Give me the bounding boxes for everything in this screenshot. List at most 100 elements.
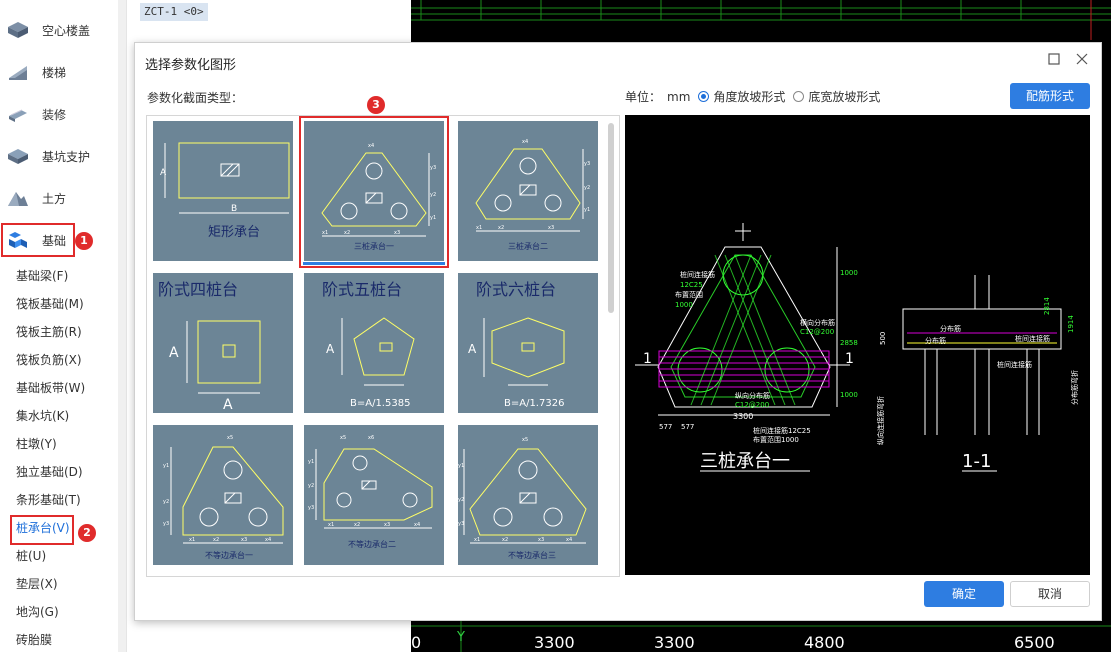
preview-dim-right-2: 2858 — [840, 339, 858, 347]
cad-ruler-1: 3300 — [534, 633, 575, 652]
section-mark-left: 1 — [643, 351, 652, 367]
category-label: 装修 — [42, 107, 67, 122]
dim-x3: x3 — [384, 522, 390, 528]
radio-angle-slope-label[interactable]: 角度放坡形式 — [713, 88, 785, 105]
dim-x2: x2 — [354, 522, 360, 528]
dim-b-formula: B=A/1.5385 — [350, 398, 410, 409]
ok-button[interactable]: 确定 — [924, 581, 1004, 607]
dim-x5: x5 — [227, 435, 233, 441]
preview-label-plan: C12@200 — [735, 401, 769, 409]
thumb-unequal-cap-1[interactable]: x5 y1 y2 y3 x1 x2 x3 x4 不等边承台一 — [153, 425, 293, 565]
category-hollow-floor[interactable]: 空心楼盖 — [0, 10, 118, 50]
radio-bottom-width-slope[interactable] — [793, 91, 805, 102]
dim-y3: y3 — [163, 521, 169, 527]
dim-x2: x2 — [213, 537, 219, 543]
thumb-title: 矩形承台 — [208, 225, 260, 240]
cad-ruler-3: 4800 — [804, 633, 845, 652]
preview-label-plan: 桩间连接筋 — [680, 270, 715, 279]
cancel-button[interactable]: 取消 — [1010, 581, 1090, 607]
sub-item-brick-mold[interactable]: 砖胎膜 — [16, 630, 52, 650]
thumb-rect-cap[interactable]: A B 矩形承台 — [153, 121, 293, 261]
preview-section-title: 1-1 — [962, 451, 991, 472]
preview-label-section: 纵向连接筋弯折 — [876, 396, 885, 445]
section-type-label: 参数化截面类型： — [147, 91, 244, 105]
dim-a: A — [160, 168, 167, 178]
close-icon[interactable] — [1075, 53, 1089, 67]
maximize-icon[interactable] — [1047, 53, 1061, 67]
dim-a: A — [468, 342, 477, 356]
category-label: 土方 — [42, 191, 67, 206]
preview-label-plan: C12@200 — [800, 328, 834, 336]
preview-label-section: 1914 — [1067, 315, 1075, 333]
thumb-title: 阶式六桩台 — [476, 280, 556, 299]
dim-x3: x3 — [241, 537, 247, 543]
selected-thumb-underline — [303, 262, 445, 265]
sub-item-trench[interactable]: 地沟(G) — [16, 602, 59, 622]
dim-x1: x1 — [474, 537, 480, 543]
cad-axis-y: Y — [457, 630, 465, 645]
thumb-stepped-five-pile[interactable]: 阶式五桩台 A B=A/1.5385 — [304, 273, 444, 413]
sub-item-column-pier[interactable]: 柱墩(Y) — [16, 434, 57, 454]
unit-row: 单位： mm 角度放坡形式 底宽放坡形式 — [625, 88, 880, 105]
step-badge-3: 3 — [367, 96, 385, 114]
thumb-title: 阶式五桩台 — [322, 280, 402, 299]
dim-x3: x3 — [548, 225, 554, 231]
preview-dim-577-a: 577 — [659, 423, 672, 431]
step-badge-1: 1 — [75, 232, 93, 250]
thumb-unequal-cap-3[interactable]: x5 y1 y2 y3 x1 x2 x3 x4 不等边承台三 — [458, 425, 598, 565]
sub-item-raft[interactable]: 筏板基础(M) — [16, 294, 84, 314]
shape-grid-scrollbar[interactable] — [608, 123, 614, 313]
sub-item-slab-strip[interactable]: 基础板带(W) — [16, 378, 85, 398]
category-pit-support[interactable]: 基坑支护 — [0, 136, 118, 176]
thumb-title: 三桩承台二 — [508, 241, 548, 251]
rebar-form-button[interactable]: 配筋形式 — [1010, 83, 1090, 109]
sub-item-strip-footing[interactable]: 条形基础(T) — [16, 490, 81, 510]
preview-label-section: 500 — [879, 332, 887, 345]
cad-ruler-2: 3300 — [654, 633, 695, 652]
sub-item-pile[interactable]: 桩(U) — [16, 546, 46, 566]
preview-drawing: 1 1 3300 577 577 1000 2858 1000 桩间连接筋 12… — [635, 223, 1079, 472]
thumb-stepped-six-pile[interactable]: 阶式六桩台 A B=A/1.7326 — [458, 273, 598, 413]
hollow-floor-icon — [6, 18, 30, 42]
thumb-title: 阶式四桩台 — [158, 280, 238, 299]
dim-y2: y2 — [458, 497, 464, 503]
dim-x1: x1 — [476, 225, 482, 231]
highlight-box-pile-cap — [10, 515, 74, 545]
radio-bottom-width-slope-label[interactable]: 底宽放坡形式 — [808, 88, 880, 105]
sub-item-isolated-footing[interactable]: 独立基础(D) — [16, 462, 83, 482]
preview-label-plan: 纵向分布筋 — [735, 391, 770, 400]
sub-item-raft-main-rebar[interactable]: 筏板主筋(R) — [16, 322, 82, 342]
sub-item-raft-neg-rebar[interactable]: 筏板负筋(X) — [16, 350, 82, 370]
sub-item-foundation-beam[interactable]: 基础梁(F) — [16, 266, 68, 286]
dim-a-v: A — [169, 345, 179, 361]
preview-label-section: 分布筋弯折 — [1070, 370, 1079, 405]
dim-x4: x4 — [522, 139, 528, 145]
radio-angle-slope[interactable] — [698, 91, 710, 102]
unit-value: mm — [667, 89, 691, 104]
dim-y1: y1 — [584, 207, 590, 213]
highlight-box-foundation — [1, 223, 75, 257]
shape-grid: A B 矩形承台 x4 y3 y2 y1 x1 x2 x3 三桩承台一 x4 y… — [146, 115, 620, 577]
dim-x1: x1 — [189, 537, 195, 543]
preview-label-plan: 布置范围1000 — [753, 435, 799, 444]
category-decoration[interactable]: 装修 — [0, 94, 118, 134]
category-earthwork[interactable]: 土方 — [0, 178, 118, 218]
preview-label-section: 分布筋 — [925, 336, 946, 345]
thumb-three-pile-cap-2[interactable]: x4 y3 y2 y1 x1 x2 x3 三桩承台二 — [458, 121, 598, 261]
category-stairs[interactable]: 楼梯 — [0, 52, 118, 92]
dim-y2: y2 — [163, 499, 169, 505]
step-badge-2: 2 — [78, 524, 96, 542]
component-tag[interactable]: ZCT-1 <0> — [140, 3, 208, 21]
dim-x2: x2 — [502, 537, 508, 543]
thumb-unequal-cap-2[interactable]: x5 x6 y1 y2 y3 x1 x2 x3 x4 不等边承台二 — [304, 425, 444, 565]
stairs-icon — [6, 60, 30, 84]
sub-item-sump[interactable]: 集水坑(K) — [16, 406, 69, 426]
earthwork-icon — [6, 186, 30, 210]
dim-y1: y1 — [308, 459, 314, 465]
preview-label-plan: 横向分布筋 — [800, 318, 835, 327]
dim-y1: y1 — [458, 463, 464, 469]
sub-item-cushion[interactable]: 垫层(X) — [16, 574, 58, 594]
left-scrollbar[interactable] — [118, 0, 126, 652]
pit-support-icon — [6, 144, 30, 168]
thumb-stepped-four-pile[interactable]: 阶式四桩台 A A — [153, 273, 293, 413]
